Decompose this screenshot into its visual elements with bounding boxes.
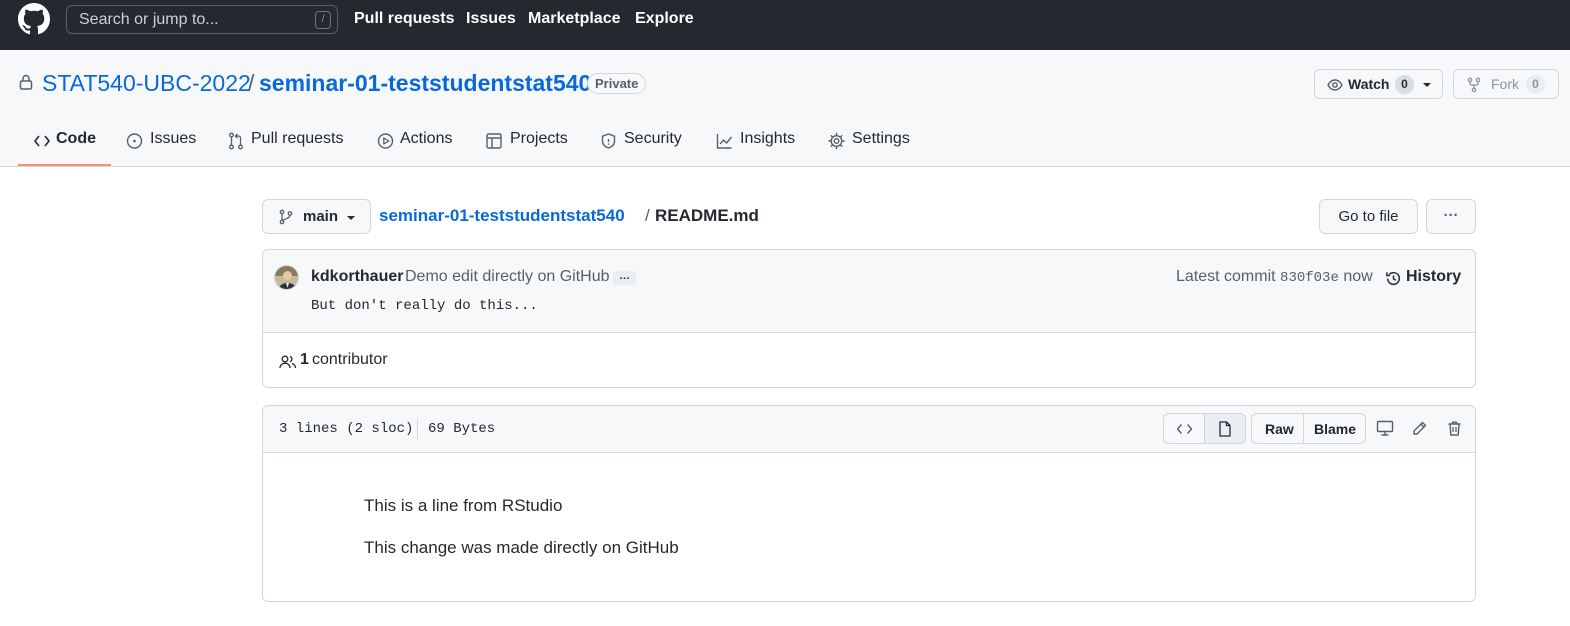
commit-message-link[interactable]: Demo edit directly on GitHub (405, 268, 610, 286)
repo-path-separator: / (248, 70, 255, 96)
search-placeholder: Search or jump to... (79, 11, 219, 28)
code-icon (34, 131, 50, 151)
readme-line: This is a line from RStudio (364, 496, 563, 515)
nav-marketplace[interactable]: Marketplace (528, 10, 621, 28)
tab-actions-label: Actions (400, 130, 453, 147)
graph-icon (716, 131, 733, 151)
desktop-icon[interactable] (1376, 420, 1394, 437)
expand-commit-body-button[interactable]: … (613, 271, 636, 285)
more-options-button[interactable]: ··· (1426, 199, 1476, 234)
file-size: 69 Bytes (428, 421, 496, 437)
raw-label: Raw (1265, 421, 1294, 437)
history-link[interactable]: History (1406, 268, 1461, 286)
file-icon (1218, 421, 1232, 437)
commit-sha-link[interactable]: 830f03e (1280, 270, 1339, 286)
breadcrumb-repo-link[interactable]: seminar-01-teststudentstat540 (379, 206, 625, 226)
go-to-file-button[interactable]: Go to file (1319, 199, 1418, 234)
file-header: 3 lines (2 sloc) 69 Bytes Raw Blame (263, 406, 1475, 453)
raw-button[interactable]: Raw (1251, 413, 1304, 444)
commit-body-text: But don't really do this... (311, 298, 538, 314)
visibility-badge: Private (587, 73, 647, 94)
commit-author-link[interactable]: kdkorthauer (311, 268, 403, 286)
global-header: Search or jump to... / Pull requests Iss… (0, 0, 1570, 50)
pencil-icon[interactable] (1411, 420, 1428, 437)
contributors-count: 1 (300, 351, 309, 368)
chevron-down-icon (1421, 76, 1433, 92)
file-line-count: 3 lines (2 sloc) (279, 421, 414, 437)
commit-header: kdkorthauer Demo edit directly on GitHub… (263, 250, 1475, 333)
shield-icon (601, 131, 616, 151)
repo-header: STAT540-UBC-2022 / seminar-01-teststuden… (0, 50, 1570, 167)
trash-icon[interactable] (1447, 420, 1462, 437)
issue-icon (126, 131, 143, 151)
branch-select-button[interactable]: main (262, 199, 371, 234)
git-branch-icon (279, 209, 293, 225)
nav-pull-requests[interactable]: Pull requests (354, 10, 454, 28)
tab-pull-requests-label: Pull requests (251, 130, 344, 147)
fork-button[interactable]: Fork 0 (1453, 69, 1559, 99)
people-icon (279, 354, 297, 370)
watch-count: 0 (1395, 75, 1414, 94)
blame-button[interactable]: Blame (1303, 413, 1366, 444)
table-icon (486, 131, 502, 151)
nav-issues[interactable]: Issues (466, 10, 516, 28)
divider (417, 419, 418, 439)
tab-insights-label: Insights (740, 130, 796, 147)
watch-label: Watch (1348, 76, 1390, 92)
fork-label: Fork (1491, 76, 1519, 92)
tab-settings-label: Settings (852, 130, 910, 147)
branch-name: main (303, 208, 339, 225)
fork-icon (1466, 77, 1482, 93)
tab-issues-label: Issues (150, 130, 197, 147)
active-tab-indicator (18, 164, 111, 166)
watch-button[interactable]: Watch 0 (1314, 69, 1443, 99)
display-rendered-button[interactable] (1204, 413, 1246, 444)
tab-security-label: Security (624, 130, 682, 147)
avatar[interactable] (274, 265, 299, 290)
eye-icon (1327, 77, 1343, 93)
readme-line: This change was made directly on GitHub (364, 538, 679, 557)
breadcrumb-file-name: README.md (655, 206, 759, 225)
chevron-down-icon (345, 210, 357, 226)
fork-count: 0 (1526, 75, 1545, 94)
tab-projects-label: Projects (510, 130, 568, 147)
blame-label: Blame (1314, 421, 1357, 437)
history-icon (1385, 270, 1402, 287)
commit-time: now (1343, 268, 1373, 285)
breadcrumb-separator: / (645, 206, 650, 225)
file-viewer: 3 lines (2 sloc) 69 Bytes Raw Blame This… (262, 405, 1476, 602)
latest-commit-info: Latest commit 830f03e now (1176, 268, 1373, 286)
pull-request-icon (228, 131, 244, 151)
contributors-label: contributor (312, 351, 388, 368)
github-logo-icon[interactable] (18, 3, 50, 35)
repo-name-link[interactable]: seminar-01-teststudentstat540 (259, 70, 591, 97)
display-source-button[interactable] (1163, 413, 1205, 444)
readme-content: This is a line from RStudio This change … (364, 496, 679, 580)
repo-owner-link[interactable]: STAT540-UBC-2022 (42, 70, 251, 97)
code-icon (1176, 421, 1193, 437)
latest-commit-box: kdkorthauer Demo edit directly on GitHub… (262, 249, 1476, 388)
play-icon (377, 131, 394, 151)
latest-commit-label: Latest commit (1176, 268, 1276, 285)
kebab-horizontal-icon: ··· (1443, 207, 1459, 224)
search-input[interactable]: Search or jump to... / (66, 5, 338, 34)
search-shortcut-key: / (315, 11, 331, 29)
tab-code-label: Code (56, 130, 96, 147)
nav-explore[interactable]: Explore (635, 10, 694, 28)
lock-icon (19, 74, 33, 90)
gear-icon (828, 131, 845, 151)
